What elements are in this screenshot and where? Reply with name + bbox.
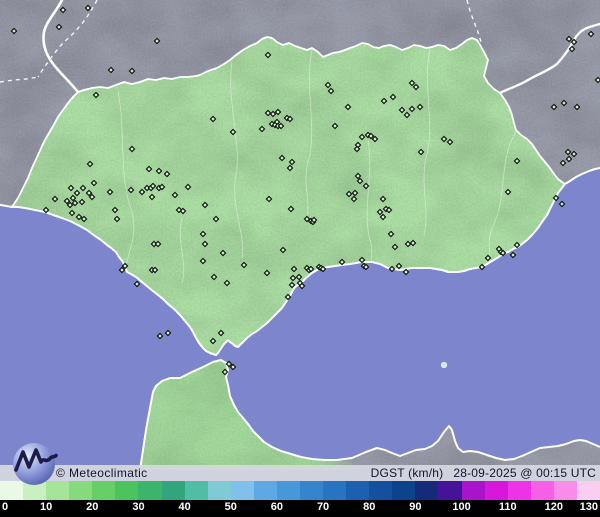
scale-color-block <box>276 481 301 500</box>
scale-color-block <box>207 481 231 500</box>
scale-tick-label: 90 <box>409 501 422 513</box>
scale-tick-label: 80 <box>363 501 376 513</box>
map-canvas <box>0 0 600 517</box>
scale-tick-label: 70 <box>316 501 330 513</box>
scale-tick-label: 30 <box>132 501 145 513</box>
scale-color-block <box>484 481 508 500</box>
scale-color-block <box>323 481 347 500</box>
scale-color-block <box>461 481 485 500</box>
scale-color-block <box>184 481 208 500</box>
scale-color-block <box>346 481 370 500</box>
scale-color-block <box>230 481 254 500</box>
scale-color-block <box>138 481 162 500</box>
color-scale <box>0 481 600 500</box>
scale-tick-label: 130 <box>579 501 598 513</box>
scale-color-block <box>253 481 277 500</box>
scale-color-block <box>300 481 324 500</box>
scale-tick-label: 10 <box>40 501 53 513</box>
scale-tick-label: 40 <box>178 501 191 513</box>
meteoclimatic-logo[interactable] <box>10 441 58 487</box>
weather-map-screenshot: © Meteoclimatic DGST (km/h) 28-09-2025 @… <box>0 0 600 517</box>
scale-color-block <box>507 481 531 500</box>
scale-color-block <box>576 481 600 500</box>
scale-tick-label: 0 <box>2 501 9 513</box>
scale-color-block <box>530 481 554 500</box>
scale-color-block <box>92 481 116 500</box>
datetime-label: 28-09-2025 @ 00:15 UTC <box>453 466 596 480</box>
scale-color-block <box>415 481 439 500</box>
scale-color-block <box>69 481 93 500</box>
scale-color-block <box>438 481 462 500</box>
info-bar: © Meteoclimatic DGST (km/h) 28-09-2025 @… <box>0 465 600 481</box>
copyright-label: © Meteoclimatic <box>56 466 148 480</box>
scale-tick-label: 100 <box>452 501 471 513</box>
scale-color-block <box>392 481 416 500</box>
scale-color-block <box>115 481 139 500</box>
scale-color-block <box>553 481 577 500</box>
scale-tick-label: 120 <box>544 501 564 513</box>
scale-color-block <box>369 481 393 500</box>
scale-tick-label: 20 <box>86 501 99 513</box>
product-label: DGST (km/h) <box>370 466 444 480</box>
scale-tick-labels: 0 10 20 30 40 50 60 70 80 90 100 110 120 130 <box>0 500 600 517</box>
scale-tick-label: 110 <box>498 501 517 513</box>
scale-color-block <box>161 481 185 500</box>
alboran-island <box>440 361 448 369</box>
scale-tick-label: 50 <box>224 501 237 513</box>
scale-tick-label: 60 <box>270 501 284 513</box>
